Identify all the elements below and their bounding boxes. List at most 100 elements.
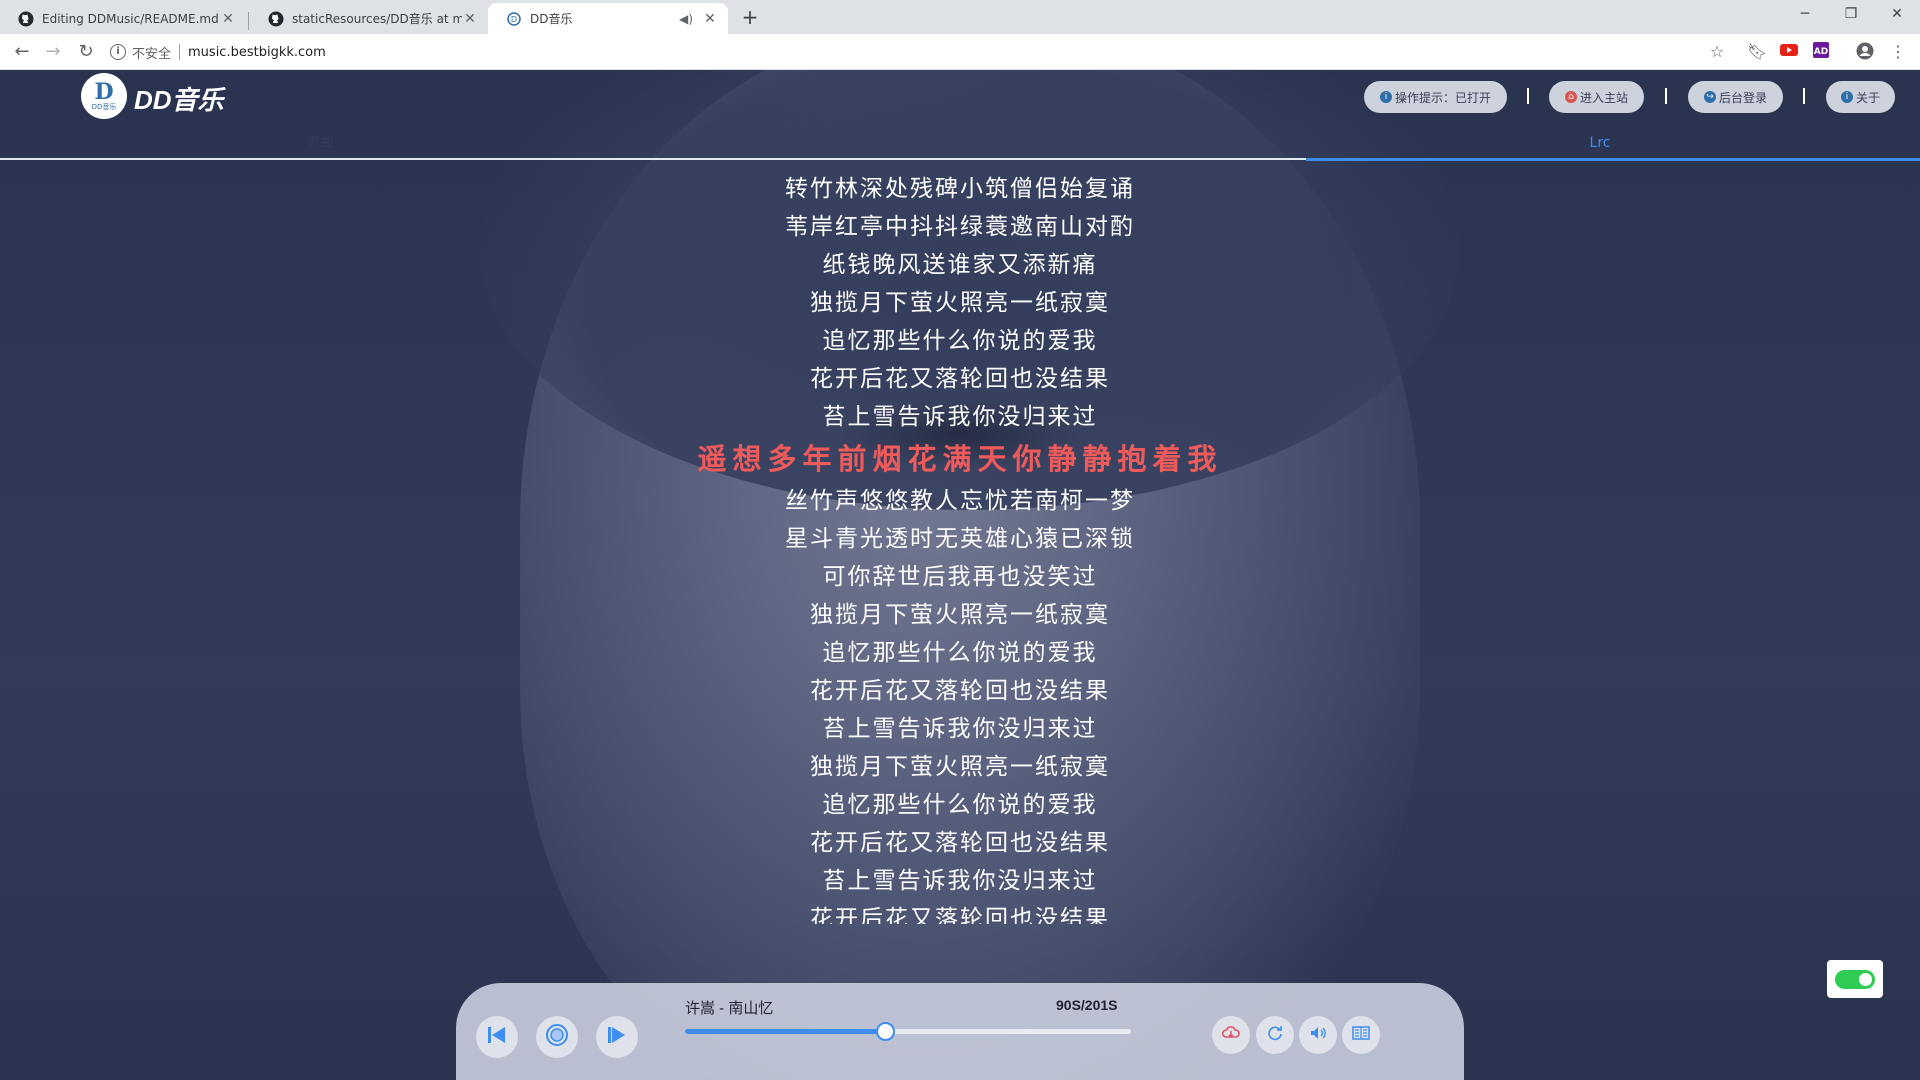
browser-tab-static-resources[interactable]: staticResources/DD音乐 at maste ✕ bbox=[250, 3, 488, 34]
speaker-icon[interactable]: ◀) bbox=[678, 12, 694, 26]
lyric-line: 追忆那些什么你说的爱我 bbox=[822, 640, 1098, 666]
pause-icon bbox=[545, 1023, 569, 1051]
new-tab-button[interactable]: + bbox=[738, 6, 762, 30]
browser-toolbar: ← → ↻ i 不安全 music.bestbigkk.com ☆ 🔖︎ AD … bbox=[0, 34, 1920, 70]
info-icon[interactable]: i bbox=[110, 44, 126, 60]
lyric-line: 苔上雪告诉我你没归来过 bbox=[822, 716, 1098, 742]
lyric-line: 可你辞世后我再也没笑过 bbox=[822, 564, 1098, 590]
tab-playlist[interactable]: 播放列表 bbox=[640, 128, 1280, 158]
volume-button[interactable] bbox=[1299, 1016, 1337, 1054]
loop-button[interactable] bbox=[1256, 1016, 1294, 1054]
lyric-line: 独揽月下萤火照亮一纸寂寞 bbox=[810, 754, 1110, 780]
lyric-line: 丝竹声悠悠教人忘忧若南柯一梦 bbox=[785, 488, 1135, 514]
url-text: music.bestbigkk.com bbox=[188, 44, 326, 60]
progress-slider[interactable] bbox=[685, 1022, 1131, 1041]
github-icon bbox=[18, 11, 34, 27]
svg-text:AD: AD bbox=[1814, 47, 1828, 57]
display-toggle[interactable] bbox=[1827, 960, 1883, 998]
lyric-line: 追忆那些什么你说的爱我 bbox=[822, 328, 1098, 354]
progress-handle[interactable] bbox=[875, 1022, 895, 1041]
lyric-line: 追忆那些什么你说的爱我 bbox=[822, 792, 1098, 818]
brand-title: DD音乐 bbox=[134, 85, 224, 115]
close-icon[interactable]: ✕ bbox=[220, 11, 236, 27]
bookmark-icon[interactable]: 🔖︎ bbox=[1747, 42, 1767, 62]
star-icon[interactable]: ☆ bbox=[1707, 42, 1727, 62]
loop-icon bbox=[1266, 1024, 1284, 1046]
download-button[interactable] bbox=[1212, 1016, 1250, 1054]
lyric-line: 纸钱晚风送谁家又添新痛 bbox=[822, 252, 1098, 278]
play-time: 90S/201S bbox=[1056, 997, 1118, 1013]
download-icon bbox=[1221, 1025, 1240, 1045]
browser-tab-readme[interactable]: Editing DDMusic/README.md at ✕ bbox=[0, 3, 246, 34]
close-window-button[interactable]: ✕ bbox=[1874, 0, 1920, 30]
play-pause-button[interactable] bbox=[536, 1016, 578, 1058]
lyric-line: 星斗青光透时无英雄心猿已深锁 bbox=[785, 526, 1135, 552]
active-tab-indicator bbox=[1306, 158, 1920, 161]
github-icon bbox=[268, 11, 284, 27]
admin-login-button[interactable]: ↪ 后台登录 bbox=[1688, 81, 1783, 113]
divider bbox=[1803, 88, 1805, 104]
lyric-line: 苔上雪告诉我你没归来过 bbox=[822, 404, 1098, 430]
forward-arrow-icon[interactable]: → bbox=[41, 40, 65, 64]
dd-favicon-icon: D bbox=[506, 11, 522, 27]
lyric-line: 独揽月下萤火照亮一纸寂寞 bbox=[810, 290, 1110, 316]
music-app: D DD音乐 DD音乐 i 操作提示：已打开 ⌂ 进入主站 ↪ 后台登录 i 关… bbox=[0, 70, 1920, 1080]
home-icon: ⌂ bbox=[1564, 91, 1577, 103]
view-tabs: 歌曲 播放列表 Lrc bbox=[0, 128, 1920, 160]
tab-label: staticResources/DD音乐 at maste bbox=[292, 12, 462, 26]
menu-icon[interactable]: ⋮ bbox=[1888, 42, 1908, 62]
tab-lrc[interactable]: Lrc bbox=[1280, 128, 1920, 158]
tab-divider bbox=[248, 12, 249, 30]
lyric-line: 转竹林深处残碑小筑僧侣始复诵 bbox=[785, 176, 1135, 202]
info-icon: i bbox=[1840, 91, 1853, 103]
back-arrow-icon[interactable]: ← bbox=[10, 40, 34, 64]
info-icon: i bbox=[1379, 91, 1392, 103]
lyric-line: 花开后花又落轮回也没结果 bbox=[810, 678, 1110, 704]
app-header: D DD音乐 DD音乐 i 操作提示：已打开 ⌂ 进入主站 ↪ 后台登录 i 关… bbox=[0, 70, 1920, 132]
tab-label: DD音乐 bbox=[530, 12, 573, 26]
divider bbox=[179, 44, 181, 60]
extension-youtube-icon[interactable] bbox=[1779, 42, 1799, 62]
current-lyric-line: 遥想多年前烟花满天你静静抱着我 bbox=[697, 442, 1223, 476]
close-icon[interactable]: ✕ bbox=[462, 11, 478, 27]
toggle-switch bbox=[1835, 970, 1875, 989]
minimize-window-button[interactable]: ─ bbox=[1782, 0, 1828, 30]
song-title: 许嵩 - 南山忆 bbox=[685, 1000, 774, 1017]
restore-window-button[interactable]: ❐ bbox=[1828, 0, 1874, 30]
previous-button[interactable] bbox=[476, 1016, 518, 1058]
logo[interactable]: D DD音乐 bbox=[81, 73, 127, 119]
browser-tab-ddmusic[interactable]: D DD音乐 ◀) ✕ bbox=[488, 3, 728, 34]
next-button[interactable] bbox=[596, 1016, 638, 1058]
lyric-line: 苇岸红亭中抖抖绿蓑邀南山对酌 bbox=[785, 214, 1135, 240]
lyric-line: 花开后花又落轮回也没结果 bbox=[810, 830, 1110, 856]
extension-ad-icon[interactable]: AD bbox=[1811, 42, 1831, 62]
reload-icon[interactable]: ↻ bbox=[74, 40, 98, 64]
close-icon[interactable]: ✕ bbox=[702, 11, 718, 27]
about-button[interactable]: i 关于 bbox=[1826, 81, 1895, 113]
lyrics-panel[interactable]: 转竹林深处残碑小筑僧侣始复诵 苇岸红亭中抖抖绿蓑邀南山对酌 纸钱晚风送谁家又添新痛独… bbox=[460, 170, 1460, 924]
toggle-knob bbox=[1859, 973, 1872, 986]
lyric-line: 独揽月下萤火照亮一纸寂寞 bbox=[810, 602, 1110, 628]
lyric-line: 花开后花又落轮回也没结果 bbox=[810, 366, 1110, 392]
tab-songs[interactable]: 歌曲 bbox=[0, 128, 640, 158]
progress-fill bbox=[685, 1029, 885, 1034]
next-icon bbox=[606, 1025, 628, 1049]
lyrics-icon bbox=[1352, 1025, 1370, 1045]
address-bar[interactable]: i 不安全 music.bestbigkk.com bbox=[110, 38, 1710, 66]
lyric-line: 花开后花又落轮回也没结果 bbox=[810, 906, 1110, 924]
player-bar: 许嵩 - 南山忆 90S/201S bbox=[456, 983, 1464, 1080]
profile-icon[interactable] bbox=[1855, 42, 1875, 62]
divider bbox=[1665, 88, 1667, 104]
divider bbox=[1527, 88, 1529, 104]
security-label: 不安全 bbox=[132, 46, 172, 62]
main-site-button[interactable]: ⌂ 进入主站 bbox=[1549, 81, 1644, 113]
browser-tabstrip: Editing DDMusic/README.md at ✕ staticRes… bbox=[0, 0, 1920, 34]
tab-label: Editing DDMusic/README.md at bbox=[42, 11, 220, 26]
svg-text:D: D bbox=[511, 15, 517, 24]
previous-icon bbox=[486, 1025, 508, 1049]
lyrics-mode-button[interactable] bbox=[1342, 1016, 1380, 1054]
volume-icon bbox=[1309, 1025, 1327, 1045]
lyric-line: 苔上雪告诉我你没归来过 bbox=[822, 868, 1098, 894]
login-icon: ↪ bbox=[1703, 91, 1716, 103]
tips-toggle-button[interactable]: i 操作提示：已打开 bbox=[1364, 81, 1507, 113]
